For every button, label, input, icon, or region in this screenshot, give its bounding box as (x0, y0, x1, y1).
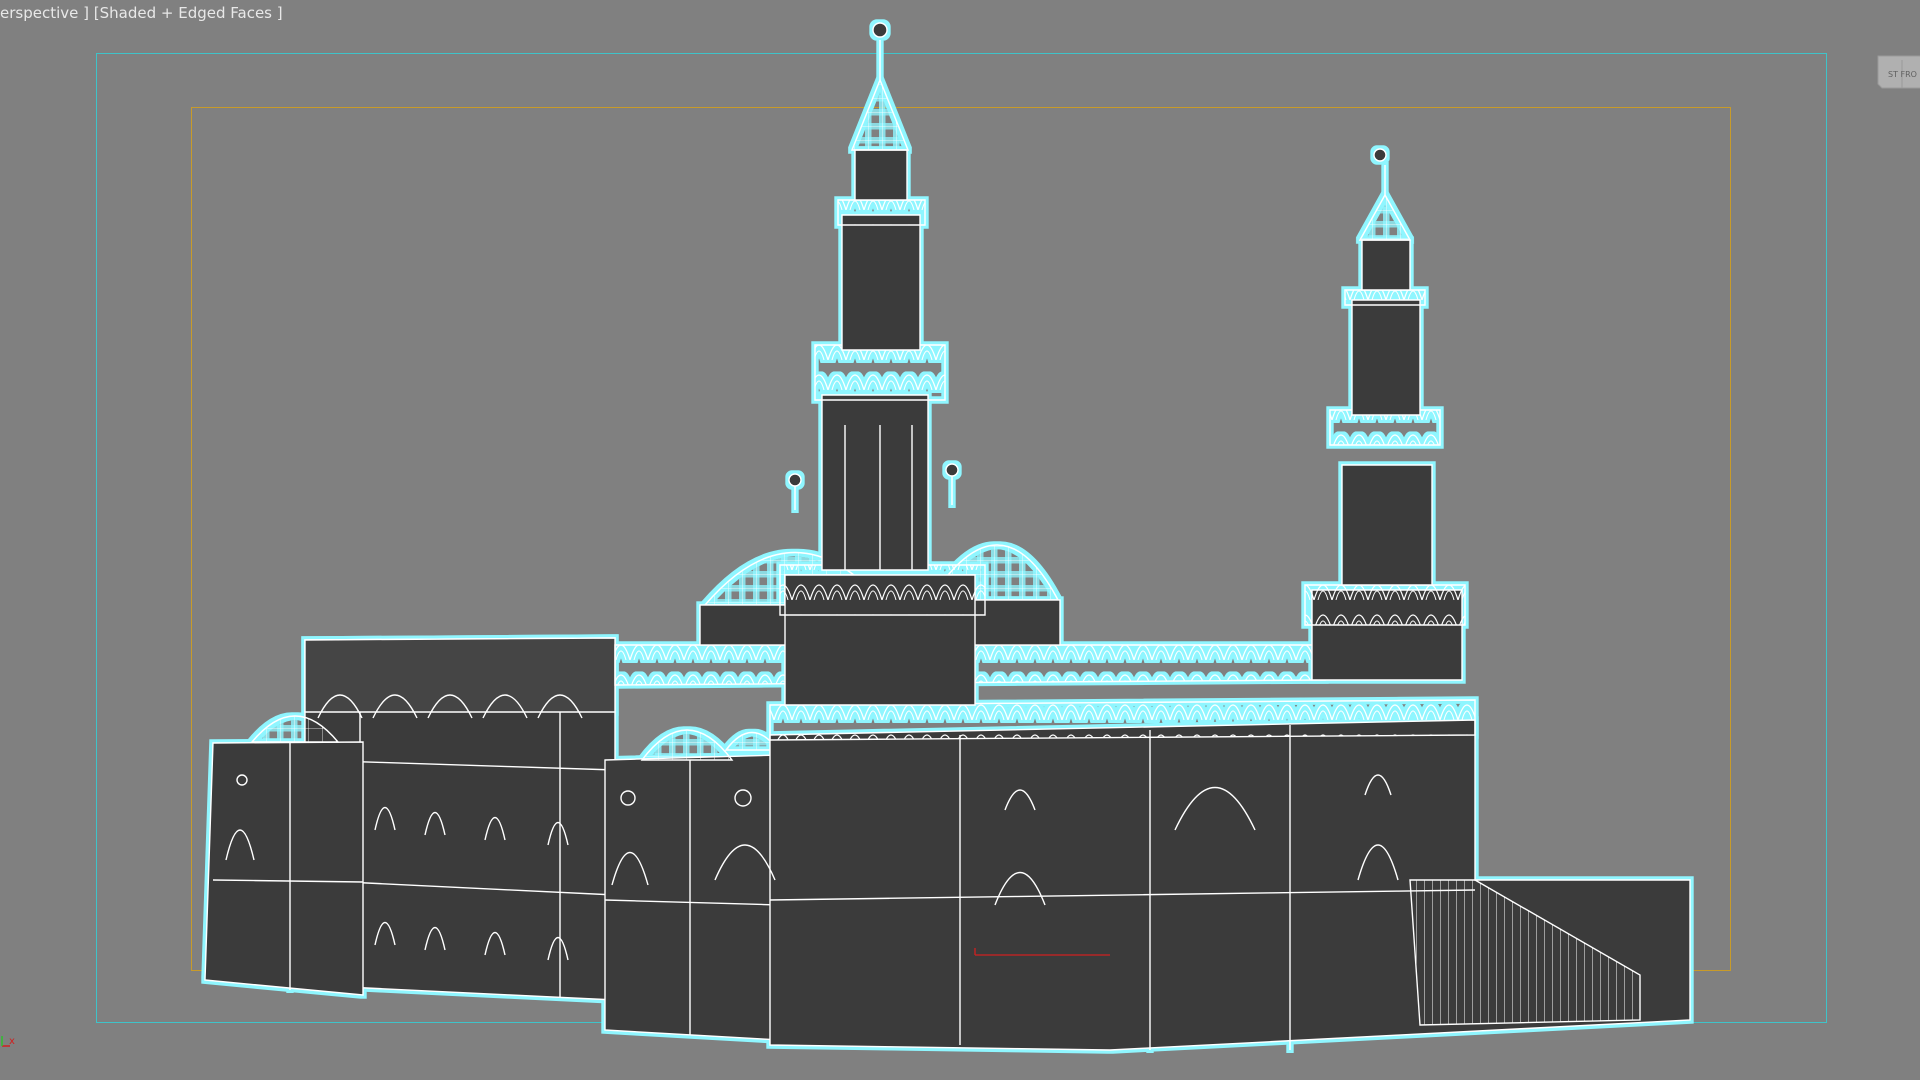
main-minaret (779, 22, 986, 706)
viewcube[interactable]: ST FRO (1874, 48, 1920, 92)
center-pavilion (604, 729, 781, 1041)
axis-tripod: x (1, 1036, 15, 1047)
viewcube-label: ST FRO (1888, 70, 1917, 79)
mosque-model[interactable] (0, 0, 1920, 1080)
axis-x-label: x (9, 1036, 15, 1047)
viewport-perspective[interactable]: erspective ] [Shaded + Edged Faces ] ST … (0, 0, 1920, 1080)
main-hall (614, 644, 1691, 1051)
left-tower (204, 715, 364, 996)
right-minaret (1304, 148, 1466, 681)
